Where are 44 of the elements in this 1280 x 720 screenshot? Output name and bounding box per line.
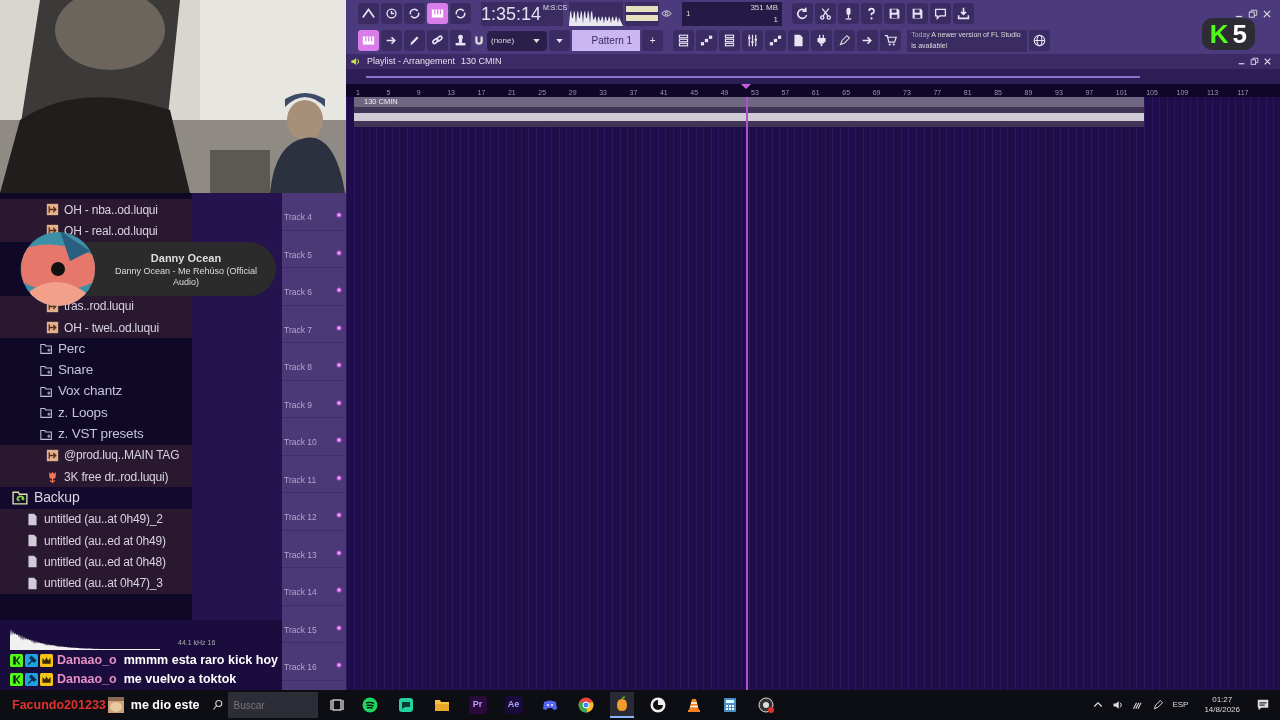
chat-message: Facundo201233 me dio este xyxy=(11,696,200,715)
track-header[interactable]: Track 5 xyxy=(284,248,313,262)
memory-usage: 351 MB xyxy=(750,1,778,14)
browser-item[interactable]: Perc xyxy=(0,338,192,360)
cpu-count: 1 xyxy=(773,13,778,26)
browser-item[interactable]: 3K free dr..rod.luqui) xyxy=(0,465,192,488)
language-indicator[interactable]: ESP xyxy=(1172,699,1189,711)
chat-message: Danaao_o me vuelvo a toktok xyxy=(0,670,282,689)
browser-item[interactable]: untitled (au..ed at 0h49) xyxy=(0,529,192,552)
track-header[interactable]: Track 16 xyxy=(284,661,317,674)
add-pattern-button[interactable]: + xyxy=(642,30,664,51)
browser-item[interactable]: Snare xyxy=(0,359,192,381)
browser-item[interactable]: z. Loops xyxy=(0,402,192,424)
browser-item[interactable]: untitled (au..at 0h47)_3 xyxy=(0,572,192,594)
track-header[interactable]: Track 9 xyxy=(284,398,313,412)
browser-item[interactable]: OH - nba..od.luqui xyxy=(0,199,192,221)
browser-item[interactable]: @prod.luq..MAIN TAG xyxy=(0,444,192,466)
clock[interactable]: 01:27 14/8/2026 xyxy=(1204,695,1240,715)
track-header[interactable]: Track 14 xyxy=(284,586,317,599)
track-title: Danny Ocean - Me Rehúso (Official Audio) xyxy=(114,266,258,288)
browser-item[interactable]: OH - twel..od.luqui xyxy=(0,316,192,339)
chat-message: Danaao_o mmmm esta raro kick hoy xyxy=(0,651,282,670)
browser-item[interactable]: z. VST presets xyxy=(0,423,192,445)
artist-name: Danny Ocean xyxy=(150,250,222,266)
track-header[interactable]: Track 12 xyxy=(284,511,317,524)
search-field[interactable]: Buscar xyxy=(227,692,318,718)
playlist-title[interactable]: Playlist - Arrangement xyxy=(367,54,456,69)
browser-item[interactable]: untitled (au..ed at 0h48) xyxy=(0,551,192,573)
browser-item[interactable]: Vox chantz xyxy=(0,380,192,403)
pattern-selector[interactable]: Pattern 1 xyxy=(572,30,641,51)
snap-dropdown[interactable]: (none) xyxy=(487,30,548,51)
browser-item[interactable]: untitled (au..at 0h49)_2 xyxy=(0,508,192,530)
track-header[interactable]: Track 6 xyxy=(284,286,313,299)
track-header[interactable]: Track 4 xyxy=(284,211,313,224)
voice-count: 1 xyxy=(686,7,691,20)
track-header[interactable]: Track 7 xyxy=(284,323,313,337)
tempo-label[interactable]: 130 CMIN xyxy=(461,54,502,69)
track-header[interactable]: Track 10 xyxy=(284,436,317,449)
track-header[interactable]: Track 8 xyxy=(284,361,313,374)
stream-badge: K5 xyxy=(1201,18,1255,50)
track-header[interactable]: Track 13 xyxy=(284,548,317,562)
browser-item[interactable]: Backup xyxy=(0,487,192,509)
track-header[interactable]: Track 15 xyxy=(284,623,317,637)
track-header[interactable]: Track 11 xyxy=(284,473,317,487)
